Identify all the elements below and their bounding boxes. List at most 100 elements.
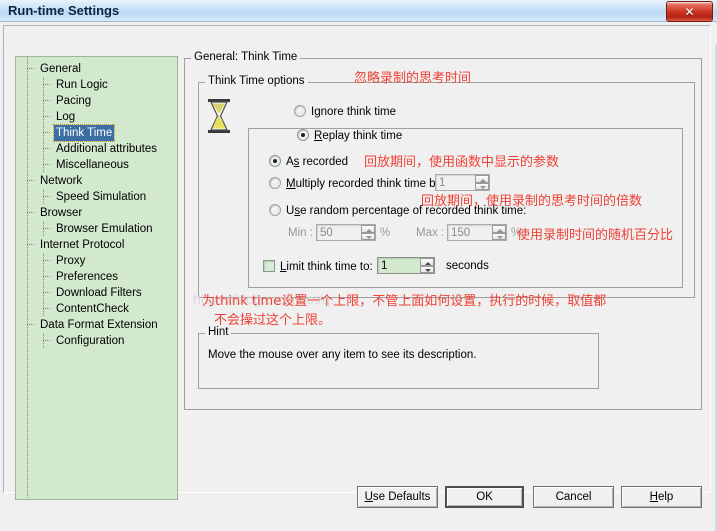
hint-text: Move the mouse over any item to see its … [208,349,477,361]
spinner-down-icon[interactable] [420,265,434,273]
tree-item-internet-protocol[interactable]: Internet Protocol [16,237,177,253]
max-percent-unit: % [511,227,522,239]
spinner-buttons[interactable] [475,175,489,190]
use-defaults-label: Use Defaults [364,491,431,503]
tree-branch-tick [43,260,50,261]
title-bar: Run-time Settings ✕ [0,0,717,22]
tree-item-list: General Run Logic Pacing Log Think Time Addit… [16,61,177,349]
min-percentage-spinner[interactable]: 50 [316,224,376,241]
radio-indicator [269,177,281,189]
spinner-buttons[interactable] [420,258,434,273]
tree-item-speed-simulation[interactable]: Speed Simulation [16,189,177,205]
tree-item-run-logic[interactable]: Run Logic [16,77,177,93]
tree-item-pacing[interactable]: Pacing [16,93,177,109]
tree-branch-tick [43,148,50,149]
tree-item-label: Miscellaneous [56,159,129,171]
tree-branch-tick [27,68,34,69]
tree-branch-tick [27,180,34,181]
tree-item-contentcheck[interactable]: ContentCheck [16,301,177,317]
random-percentage-label: Use random percentage of recorded think … [286,205,527,217]
settings-tree[interactable]: General Run Logic Pacing Log Think Time Addit… [15,56,178,500]
tree-item-log[interactable]: Log [16,109,177,125]
cancel-label: Cancel [555,491,592,503]
tree-item-think-time[interactable]: Think Time [16,124,177,142]
min-percent-unit: % [380,227,391,239]
tree-sub-guide [43,301,44,317]
use-defaults-button[interactable]: Use Defaults [357,486,438,508]
tree-item-data-format-extension[interactable]: Data Format Extension [16,317,177,333]
limit-seconds-spinner[interactable]: 1 [377,257,435,274]
checkbox-indicator [263,260,275,272]
tree-sub-guide [43,77,44,93]
tree-sub-guide [43,333,44,349]
tree-item-browser-emulation[interactable]: Browser Emulation [16,221,177,237]
tree-sub-guide [43,109,44,125]
limit-think-time-checkbox[interactable]: Limit think time to: [263,260,373,273]
tree-branch-tick [27,212,34,213]
dialog-body: General Run Logic Pacing Log Think Time Addit… [0,22,717,531]
tree-item-label: Pacing [56,95,92,107]
tree-sub-guide [43,269,44,285]
help-button[interactable]: Help [621,486,702,508]
spinner-buttons[interactable] [492,225,506,240]
tree-item-label: Speed Simulation [56,191,147,203]
tree-sub-guide [43,125,44,141]
min-label: Min : [288,227,313,239]
replay-think-time-label: Replay think time [314,130,403,142]
multiply-factor-spinner[interactable]: 1 [435,174,490,191]
tree-item-miscellaneous[interactable]: Miscellaneous [16,157,177,173]
tree-item-label: Network [40,175,83,187]
ok-button[interactable]: OK [445,486,524,508]
spinner-buttons[interactable] [361,225,375,240]
replay-think-time-radio[interactable]: Replay think time [294,129,406,142]
tree-item-proxy[interactable]: Proxy [16,253,177,269]
dialog-button-bar: Use Defaults OK Cancel Help [0,477,717,527]
multiply-think-time-label: Multiply recorded think time by: [286,178,445,190]
tree-branch-tick [43,100,50,101]
spinner-up-icon[interactable] [475,175,489,183]
spinner-up-icon[interactable] [420,258,434,266]
close-button[interactable]: ✕ [666,1,713,22]
tree-branch-tick [43,132,50,133]
tree-item-download-filters[interactable]: Download Filters [16,285,177,301]
cancel-button[interactable]: Cancel [533,486,614,508]
tree-sub-guide [43,141,44,157]
tree-item-additional-attributes[interactable]: Additional attributes [16,141,177,157]
run-time-settings-dialog: Run-time Settings ✕ General Run Logic Paci… [0,0,717,531]
tree-item-network[interactable]: Network [16,173,177,189]
think-time-options-group-title: Think Time options [205,75,308,88]
tree-item-browser[interactable]: Browser [16,205,177,221]
max-percentage-spinner[interactable]: 150 [447,224,507,241]
radio-indicator [294,105,306,117]
spinner-down-icon[interactable] [361,232,375,240]
min-percentage-value: 50 [320,227,333,239]
tree-branch-tick [27,244,34,245]
spinner-down-icon[interactable] [475,182,489,190]
tree-branch-tick [43,228,50,229]
tree-item-label: Log [56,111,76,123]
tree-item-label: Configuration [56,335,125,347]
max-percentage-value: 150 [451,227,471,239]
tree-item-label: Proxy [56,255,86,267]
ignore-think-time-radio[interactable]: Ignore think time [294,105,396,118]
spinner-up-icon[interactable] [492,225,506,233]
random-percentage-radio[interactable]: Use random percentage of recorded think … [269,204,526,217]
tree-item-label: Additional attributes [56,143,158,155]
as-recorded-label: As recorded [286,156,349,168]
tree-item-label: Internet Protocol [40,239,125,251]
spinner-up-icon[interactable] [361,225,375,233]
tree-branch-tick [43,340,50,341]
tree-item-general[interactable]: General [16,61,177,77]
spinner-down-icon[interactable] [492,232,506,240]
as-recorded-radio[interactable]: As recorded [269,155,348,168]
tree-branch-tick [27,324,34,325]
tree-sub-guide [43,285,44,301]
think-time-panel: General: Think Time Think Time options I… [184,51,702,412]
ok-label: OK [476,491,493,503]
tree-item-label: Run Logic [56,79,108,91]
tree-item-configuration[interactable]: Configuration [16,333,177,349]
tree-item-preferences[interactable]: Preferences [16,269,177,285]
tree-sub-guide [43,93,44,109]
multiply-think-time-radio[interactable]: Multiply recorded think time by: [269,177,445,190]
tree-branch-tick [43,308,50,309]
